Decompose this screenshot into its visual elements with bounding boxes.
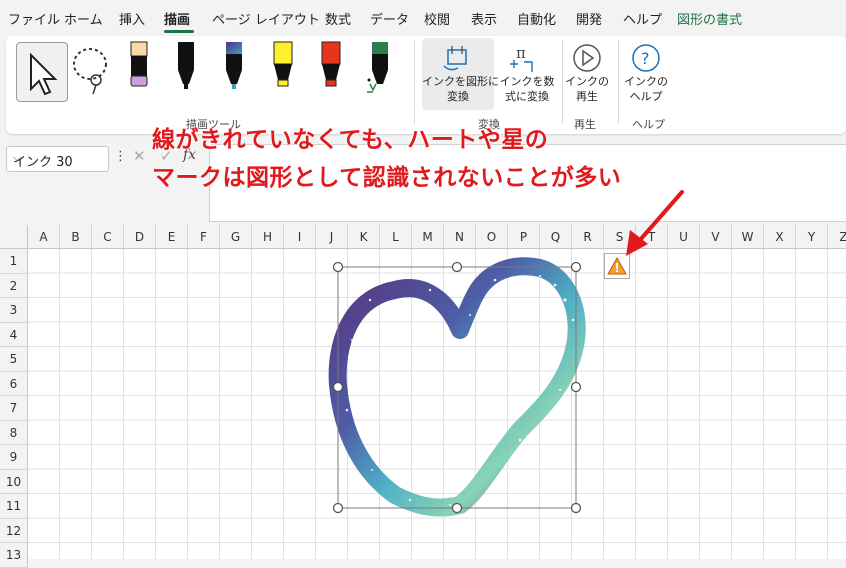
ribbon-separator xyxy=(414,40,415,124)
ink-to-math-button[interactable]: π インクを数 式に変換 xyxy=(496,38,558,110)
column-header-M[interactable]: M xyxy=(412,225,444,249)
red-highlighter-tool[interactable] xyxy=(316,40,346,100)
replay-icon xyxy=(573,44,601,72)
column-header-G[interactable]: G xyxy=(220,225,252,249)
select-all-corner[interactable] xyxy=(0,225,28,249)
column-header-E[interactable]: E xyxy=(156,225,188,249)
replay-group-label: 再生 xyxy=(574,118,596,131)
callout-line-2: マークは図形として認識されないことが多い xyxy=(152,165,622,191)
column-header-H[interactable]: H xyxy=(252,225,284,249)
menu-tab-6[interactable]: データ xyxy=(370,9,409,28)
black-pen-icon xyxy=(178,42,194,89)
row-header-8[interactable]: 8 xyxy=(0,420,28,445)
column-header-X[interactable]: X xyxy=(764,225,796,249)
menu-tab-5[interactable]: 数式 xyxy=(325,9,351,28)
yellow-highlighter-tool[interactable] xyxy=(268,40,298,100)
active-tab-indicator xyxy=(164,30,194,33)
column-header-J[interactable]: J xyxy=(316,225,348,249)
column-header-D[interactable]: D xyxy=(124,225,156,249)
ink-to-shape-icon xyxy=(443,46,467,71)
lasso-select-tool[interactable] xyxy=(70,42,114,100)
row-header-2[interactable]: 2 xyxy=(0,273,28,298)
svg-text:?: ? xyxy=(641,49,650,68)
galaxy-pen-tool[interactable] xyxy=(220,40,248,100)
ink-help-label: インクの ヘルプ xyxy=(624,75,668,103)
column-header-I[interactable]: I xyxy=(284,225,316,249)
cancel-icon[interactable]: ✕ xyxy=(133,147,146,165)
menu-tab-1[interactable]: ホーム xyxy=(64,9,103,28)
lasso-icon xyxy=(73,48,107,95)
warning-icon[interactable] xyxy=(604,253,630,279)
row-header-12[interactable]: 12 xyxy=(0,518,28,543)
callout-line-1: 線がきれていなくても、ハートや星の xyxy=(152,127,549,153)
menu-tab-2[interactable]: 挿入 xyxy=(119,9,145,28)
ink-help-button[interactable]: ? インクの ヘルプ xyxy=(620,38,672,110)
eraser-pen-tool[interactable] xyxy=(124,40,154,100)
menu-tab-11[interactable]: ヘルプ xyxy=(623,9,662,28)
column-header-B[interactable]: B xyxy=(60,225,92,249)
menu-tab-0[interactable]: ファイル xyxy=(8,9,60,28)
eraser-icon xyxy=(130,41,148,87)
column-header-V[interactable]: V xyxy=(700,225,732,249)
column-header-R[interactable]: R xyxy=(572,225,604,249)
gridlines xyxy=(27,248,846,559)
svg-text:π: π xyxy=(516,44,526,62)
column-header-L[interactable]: L xyxy=(380,225,412,249)
menu-tab-3[interactable]: 描画 xyxy=(164,9,190,28)
ink-replay-button[interactable]: インクの 再生 xyxy=(562,38,612,110)
column-header-Y[interactable]: Y xyxy=(796,225,828,249)
row-header-4[interactable]: 4 xyxy=(0,322,28,347)
ribbon-separator xyxy=(618,40,619,124)
ink-to-shape-label: インクを図形に 変換 xyxy=(422,75,499,103)
row-header-13[interactable]: 13 xyxy=(0,543,28,568)
row-header-11[interactable]: 11 xyxy=(0,494,28,519)
row-header-5[interactable]: 5 xyxy=(0,347,28,372)
row-header-10[interactable]: 10 xyxy=(0,469,28,494)
ink-to-math-icon: π xyxy=(510,44,533,72)
column-header-U[interactable]: U xyxy=(668,225,700,249)
ink-to-shape-button[interactable]: インクを図形に 変換 xyxy=(422,38,499,110)
ink-replay-label: インクの 再生 xyxy=(565,75,609,103)
menu-tab-8[interactable]: 表示 xyxy=(471,9,497,28)
action-pen-tool[interactable] xyxy=(364,40,394,100)
row-header-7[interactable]: 7 xyxy=(0,396,28,421)
column-header-A[interactable]: A xyxy=(28,225,60,249)
select-objects-tool[interactable] xyxy=(16,42,68,102)
column-header-N[interactable]: N xyxy=(444,225,476,249)
column-header-W[interactable]: W xyxy=(732,225,764,249)
cursor-arrow-icon xyxy=(30,52,58,96)
row-header-6[interactable]: 6 xyxy=(0,371,28,396)
help-group-label: ヘルプ xyxy=(632,118,665,131)
menu-tab-9[interactable]: 自動化 xyxy=(517,9,556,28)
galaxy-pen-icon xyxy=(226,42,242,89)
menu-tab-4[interactable]: ページ レイアウト xyxy=(212,9,320,28)
red-highlighter-icon xyxy=(321,41,341,87)
column-header-Q[interactable]: Q xyxy=(540,225,572,249)
name-box[interactable]: インク 30 ⌵ xyxy=(6,146,109,172)
column-header-Z[interactable]: Z xyxy=(828,225,846,249)
column-header-P[interactable]: P xyxy=(508,225,540,249)
menu-tab-12[interactable]: 図形の書式 xyxy=(677,9,742,28)
column-header-S[interactable]: S xyxy=(604,225,636,249)
ink-to-math-label: インクを数 式に変換 xyxy=(499,75,555,103)
help-icon: ? xyxy=(632,44,660,72)
chevron-down-icon[interactable]: ⌵ xyxy=(13,151,104,165)
menu-bar: ファイル ホーム 挿入 描画 ページ レイアウト 数式 データ 校閲 表示 自動化 開発 ヘルプ 図形の… xyxy=(0,0,846,34)
column-header-K[interactable]: K xyxy=(348,225,380,249)
action-pen-icon xyxy=(367,42,388,93)
row-header-9[interactable]: 9 xyxy=(0,445,28,470)
column-header-T[interactable]: T xyxy=(636,225,668,249)
menu-tab-7[interactable]: 校閲 xyxy=(424,9,450,28)
column-header-C[interactable]: C xyxy=(92,225,124,249)
column-header-O[interactable]: O xyxy=(476,225,508,249)
yellow-highlighter-icon xyxy=(273,41,293,87)
more-options-icon[interactable]: ⋮ xyxy=(114,149,127,164)
menu-tab-10[interactable]: 開発 xyxy=(576,9,602,28)
row-header-1[interactable]: 1 xyxy=(0,249,28,274)
worksheet-grid[interactable]: A B C D E F G H I J K L M N O P Q R S T U V W X Y Z 1 2 3 4 5 6 7 8 9 10 11 1… xyxy=(0,225,846,568)
column-header-F[interactable]: F xyxy=(188,225,220,249)
black-pen-tool[interactable] xyxy=(172,40,200,100)
row-header-3[interactable]: 3 xyxy=(0,298,28,323)
